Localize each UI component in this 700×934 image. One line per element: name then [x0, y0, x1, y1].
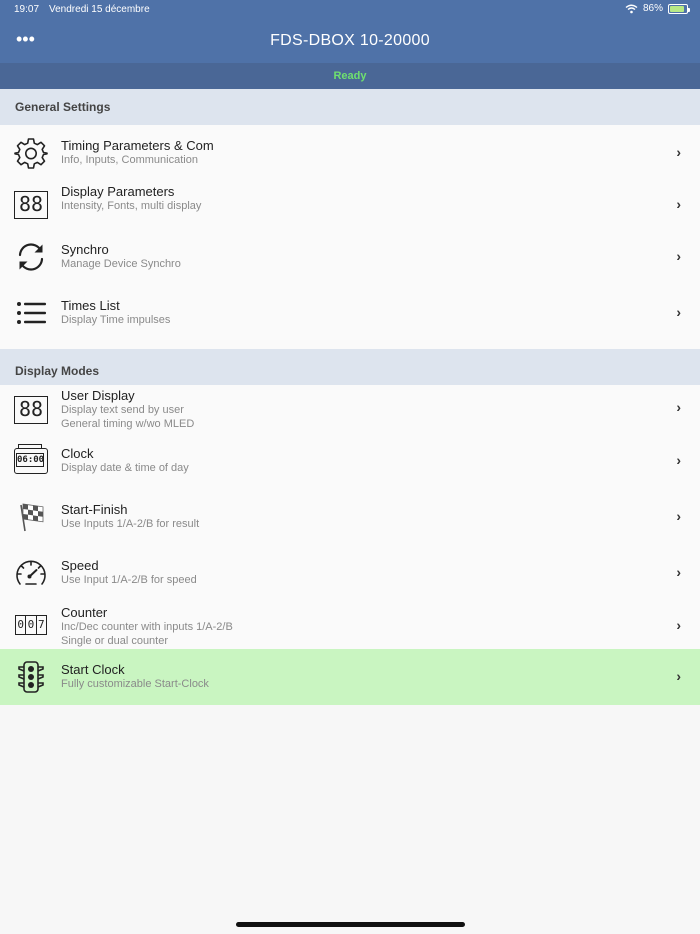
section-header-general-settings: General Settings	[0, 89, 700, 125]
item-subtitle: Fully customizable Start-Clock	[61, 678, 209, 690]
chevron-right-icon: ›	[676, 144, 681, 160]
item-subtitle-2: Single or dual counter	[61, 635, 169, 647]
sync-icon	[12, 240, 50, 274]
list-item-user-display[interactable]: 88 User Display Display text send by use…	[0, 385, 700, 431]
chevron-right-icon: ›	[676, 196, 681, 212]
status-date: Vendredi 15 décembre	[49, 4, 150, 15]
list-item-start-clock[interactable]: Start Clock Fully customizable Start-Clo…	[0, 649, 700, 705]
item-subtitle: Display Time impulses	[61, 314, 171, 326]
gear-icon	[12, 136, 50, 170]
chevron-right-icon: ›	[676, 617, 681, 633]
chevron-right-icon: ›	[676, 399, 681, 415]
item-title: Timing Parameters & Com	[61, 138, 214, 153]
counter-icon: 0 0 7	[12, 608, 50, 642]
battery-percent: 86%	[642, 3, 663, 14]
chevron-right-icon: ›	[676, 248, 681, 264]
section-header-display-modes: Display Modes	[0, 349, 700, 385]
item-title: Synchro	[61, 242, 109, 257]
list-icon	[12, 296, 50, 330]
item-subtitle-2: General timing w/wo MLED	[61, 418, 195, 430]
chevron-right-icon: ›	[676, 668, 681, 684]
page-title: FDS-DBOX 10-20000	[270, 32, 430, 49]
connection-status: Ready	[0, 63, 700, 89]
item-subtitle: Display date & time of day	[61, 462, 189, 474]
item-subtitle: Use Inputs 1/A-2/B for result	[61, 518, 200, 530]
item-title: Times List	[61, 298, 120, 313]
item-title: Start Clock	[61, 662, 125, 677]
home-indicator[interactable]	[236, 922, 465, 927]
list-item-counter[interactable]: 0 0 7 Counter Inc/Dec counter with input…	[0, 601, 700, 649]
chevron-right-icon: ›	[676, 508, 681, 524]
item-subtitle: Info, Inputs, Communication	[61, 154, 198, 166]
status-time: 19:07	[14, 4, 40, 15]
item-title: Counter	[61, 605, 108, 620]
list-item-timing-parameters[interactable]: Timing Parameters & Com Info, Inputs, Co…	[0, 125, 700, 181]
item-title: User Display	[61, 388, 135, 403]
item-title: Speed	[61, 558, 99, 573]
clock-display-icon: 06:00	[12, 444, 50, 478]
traffic-light-icon	[12, 660, 50, 694]
list-item-speed[interactable]: Speed Use Input 1/A-2/B for speed ›	[0, 545, 700, 601]
item-subtitle: Intensity, Fonts, multi display	[61, 200, 202, 212]
chevron-right-icon: ›	[676, 564, 681, 580]
item-title: Start-Finish	[61, 502, 128, 517]
item-subtitle: Display text send by user	[61, 404, 184, 416]
status-right: 86%	[625, 3, 690, 14]
display-88-icon: 88	[12, 188, 50, 222]
item-subtitle: Manage Device Synchro	[61, 258, 181, 270]
list-item-display-parameters[interactable]: 88 Display Parameters Intensity, Fonts, …	[0, 181, 700, 229]
display-88-icon: 88	[12, 393, 50, 427]
list-item-clock[interactable]: 06:00 Clock Display date & time of day ›	[0, 431, 700, 489]
item-title: Display Parameters	[61, 184, 175, 199]
chevron-right-icon: ›	[676, 452, 681, 468]
speedometer-icon	[12, 556, 50, 590]
wifi-icon	[625, 4, 638, 13]
list-item-start-finish[interactable]: Start-Finish Use Inputs 1/A-2/B for resu…	[0, 489, 700, 545]
item-title: Clock	[61, 446, 94, 461]
list-item-times-list[interactable]: Times List Display Time impulses ›	[0, 285, 700, 349]
item-subtitle: Inc/Dec counter with inputs 1/A-2/B	[61, 621, 233, 633]
checkered-flag-icon	[12, 500, 50, 534]
list-item-synchro[interactable]: Synchro Manage Device Synchro ›	[0, 229, 700, 285]
item-subtitle: Use Input 1/A-2/B for speed	[61, 574, 197, 586]
chevron-right-icon: ›	[676, 304, 681, 320]
battery-icon	[668, 3, 690, 14]
navigation-bar: 19:07 Vendredi 15 décembre 86% ••• FDS-D…	[0, 0, 700, 63]
